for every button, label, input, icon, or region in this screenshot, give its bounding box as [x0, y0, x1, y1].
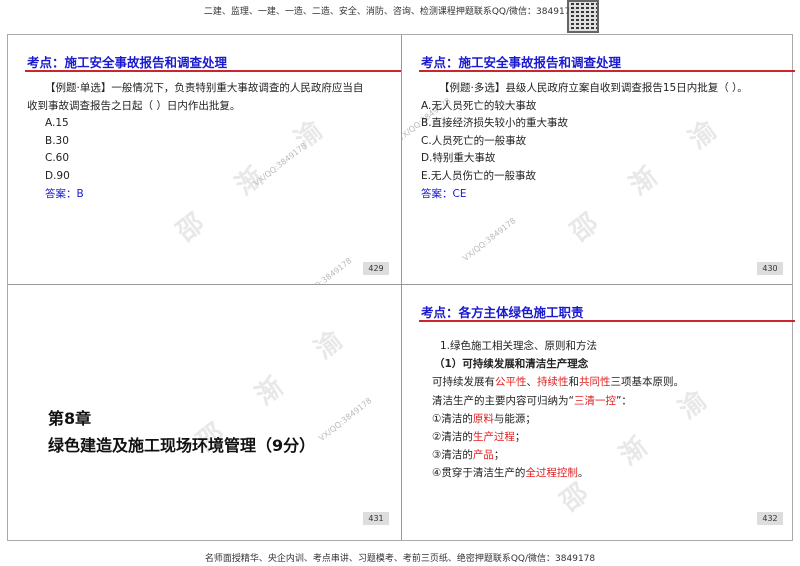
text-line: ②清洁的生产过程；	[432, 428, 684, 446]
text: ③清洁的	[432, 449, 473, 462]
slide-430: 邵 渐 渝 VX/QQ:3849178 VX/QQ:3849178 考点：施工安…	[402, 35, 795, 284]
watermark: VX/QQ:3849178	[317, 396, 374, 443]
text: 和	[568, 376, 580, 389]
option: A.15	[45, 117, 69, 130]
text: 可持续发展有	[432, 376, 495, 389]
highlight: 产品	[472, 449, 494, 462]
text: ；	[514, 431, 526, 444]
page-number: 431	[363, 512, 389, 525]
chapter-title: 绿色建造及施工现场环境管理（9分）	[48, 436, 316, 455]
text-line: （1）可持续发展和清洁生产理念	[434, 358, 589, 371]
question-text: 收到事故调查报告之日起（ ）日内作出批复。	[27, 99, 241, 112]
text: 三项基本原则。	[610, 376, 685, 389]
page-footer: 名师面授精华、央企内训、考点串讲、习题模考、考前三页纸、绝密押题联系QQ/微信：…	[204, 554, 596, 564]
qr-code-image	[567, 0, 599, 33]
text-line: 可持续发展有公平性、持续性和共同性三项基本原则。	[432, 373, 684, 391]
text-line: ①清洁的原料与能源；	[432, 410, 684, 428]
highlight: 原料	[472, 412, 494, 425]
option: E.无人员伤亡的一般事故	[421, 169, 536, 182]
text: ”：	[615, 394, 632, 407]
highlight: 持续性	[537, 376, 569, 389]
watermark: VX/QQ:3849178	[461, 216, 518, 263]
text-line: 1.绿色施工相关理念、原则和方法	[440, 340, 598, 352]
question-text: 【例题·单选】一般情况下，负责特别重大事故调查的人民政府应当自	[45, 82, 364, 94]
slide-title: 考点：施工安全事故报告和调查处理	[421, 55, 622, 70]
highlight: 全过程控制	[525, 467, 578, 480]
text: ④贯穿于清洁生产的	[432, 467, 526, 480]
chapter-number: 第8章	[48, 409, 92, 428]
page-number: 429	[363, 262, 389, 275]
slide-431: 邵 渐 渝 VX/QQ:3849178 第8章 绿色建造及施工现场环境管理（9分…	[8, 285, 401, 534]
text: ；	[493, 449, 505, 462]
answer: 答案：B	[45, 187, 84, 200]
option: D.特别重大事故	[421, 152, 496, 165]
slide-429: 邵 渐 渝 VX/QQ:3849178 VX/QQ:3849178 考点：施工安…	[8, 35, 401, 284]
option: C.人员死亡的一般事故	[421, 134, 527, 147]
highlight: 生产过程	[472, 431, 515, 444]
page-header: 二建、监理、一建、一造、二造、安全、消防、咨询、检测课程押题联系QQ/微信：38…	[0, 4, 800, 17]
title-underline	[419, 70, 795, 72]
text: ①清洁的	[432, 412, 473, 425]
answer: 答案：CE	[421, 187, 467, 200]
page-number: 430	[757, 262, 783, 275]
text: 清洁生产的主要内容可归纳为“	[432, 394, 574, 407]
text-line: ④贯穿于清洁生产的全过程控制。	[432, 464, 684, 482]
text: ②清洁的	[432, 431, 473, 444]
text-line: ③清洁的产品；	[432, 446, 684, 464]
option: B.直接经济损失较小的重大事故	[421, 117, 569, 130]
watermark: VX/QQ:3849178	[297, 256, 354, 284]
title-underline	[419, 320, 795, 322]
option: C.60	[45, 152, 70, 165]
slide-title: 考点：施工安全事故报告和调查处理	[27, 55, 228, 70]
page-number: 432	[757, 512, 783, 525]
slide-title: 考点：各方主体绿色施工职责	[421, 305, 584, 320]
slide-body: 1.绿色施工相关理念、原则和方法 （1）可持续发展和清洁生产理念 可持续发展有公…	[432, 337, 684, 483]
text-line: 清洁生产的主要内容可归纳为“三清一控”：	[432, 392, 684, 410]
option: D.90	[45, 169, 70, 182]
highlight: 公平性	[495, 376, 527, 389]
question-text: 【例题·多选】县级人民政府立案自收到调查报告15日内批复（ ）。	[439, 82, 748, 94]
highlight: 共同性	[579, 376, 611, 389]
option: B.30	[45, 134, 69, 147]
slide-432: 邵 渐 渝 考点：各方主体绿色施工职责 1.绿色施工相关理念、原则和方法 （1）…	[402, 285, 795, 534]
slide-body: 【例题·多选】县级人民政府立案自收到调查报告15日内批复（ ）。 A.无人员死亡…	[421, 80, 748, 203]
text: 与能源；	[493, 412, 536, 425]
header-text: 二建、监理、一建、一造、二造、安全、消防、咨询、检测课程押题联系QQ/微信：38…	[203, 7, 577, 17]
highlight: 三清一控	[573, 394, 616, 407]
title-underline	[25, 70, 401, 72]
slide-body: 【例题·单选】一般情况下，负责特别重大事故调查的人民政府应当自 收到事故调查报告…	[27, 80, 363, 203]
option: A.无人员死亡的较大事故	[421, 99, 537, 112]
text: 、	[526, 376, 538, 389]
slide-grid: 邵 渐 渝 VX/QQ:3849178 VX/QQ:3849178 考点：施工安…	[7, 34, 795, 541]
text: 。	[577, 467, 589, 480]
